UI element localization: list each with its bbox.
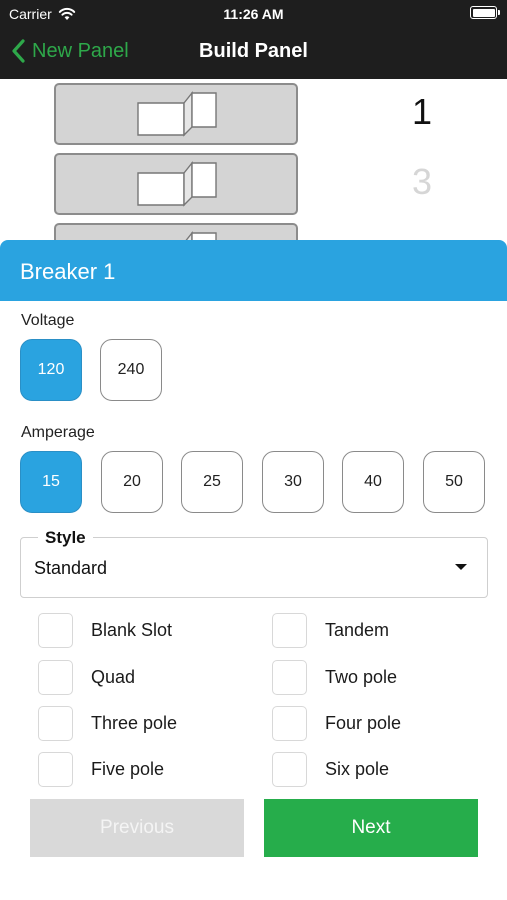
checkbox-label: Five pole (91, 759, 165, 779)
breaker-slot[interactable] (54, 83, 298, 145)
back-label: New Panel (32, 39, 129, 62)
amperage-option-25[interactable]: 25 (181, 451, 243, 513)
checkbox-label: Quad (91, 667, 136, 687)
amperage-option-50[interactable]: 50 (423, 451, 485, 513)
previous-button[interactable]: Previous (30, 799, 244, 857)
battery-icon (470, 6, 500, 19)
checkbox-label: Four pole (325, 713, 402, 733)
style-legend: Style (38, 528, 93, 548)
checkbox-box[interactable] (272, 660, 307, 695)
amperage-option-30[interactable]: 30 (262, 451, 324, 513)
next-button[interactable]: Next (264, 799, 478, 857)
checkbox-label: Two pole (325, 667, 398, 687)
top-bar: Carrier 11:26 AM New Panel Build Panel (0, 0, 507, 79)
checkbox-blank-slot[interactable]: Blank Slot (38, 613, 172, 648)
chevron-left-icon (12, 39, 25, 63)
amperage-option-15[interactable]: 15 (20, 451, 82, 513)
back-button[interactable]: New Panel (10, 38, 129, 64)
status-bar: Carrier 11:26 AM (0, 0, 507, 28)
checkbox-box[interactable] (272, 706, 307, 741)
sheet-title: Breaker 1 (0, 240, 507, 301)
status-time: 11:26 AM (223, 6, 284, 22)
checkbox-box[interactable] (38, 752, 73, 787)
panel-preview: 1 3 (0, 79, 507, 244)
caret-down-icon (455, 564, 467, 570)
style-value: Standard (34, 558, 108, 578)
checkbox-label: Three pole (91, 713, 178, 733)
amperage-label: Amperage (21, 424, 95, 441)
checkbox-box[interactable] (38, 706, 73, 741)
checkbox-five-pole[interactable]: Five pole (38, 752, 164, 787)
checkbox-box[interactable] (38, 613, 73, 648)
checkbox-two-pole[interactable]: Two pole (272, 660, 397, 695)
voltage-option-120[interactable]: 120 (20, 339, 82, 401)
checkbox-label: Tandem (325, 620, 390, 640)
breaker-switch-icon (137, 91, 217, 137)
amperage-option-20[interactable]: 20 (101, 451, 163, 513)
checkbox-box[interactable] (272, 752, 307, 787)
breaker-switch-icon (137, 161, 217, 207)
voltage-label: Voltage (21, 312, 75, 329)
navigation-bar: New Panel Build Panel (0, 28, 507, 79)
checkbox-label: Six pole (325, 759, 390, 779)
checkbox-quad[interactable]: Quad (38, 660, 135, 695)
amperage-option-40[interactable]: 40 (342, 451, 404, 513)
checkbox-label: Blank Slot (91, 620, 173, 640)
breaker-slot[interactable] (54, 153, 298, 215)
breaker-sheet: Breaker 1 Voltage 120 240 Amperage 15 20… (0, 240, 507, 900)
slot-number: 3 (411, 161, 433, 202)
checkbox-three-pole[interactable]: Three pole (38, 706, 177, 741)
checkbox-box[interactable] (272, 613, 307, 648)
checkbox-box[interactable] (38, 660, 73, 695)
voltage-option-240[interactable]: 240 (100, 339, 162, 401)
checkbox-tandem[interactable]: Tandem (272, 613, 389, 648)
checkbox-six-pole[interactable]: Six pole (272, 752, 389, 787)
slot-number: 1 (411, 91, 433, 132)
style-dropdown[interactable]: Style Standard (20, 528, 488, 598)
checkbox-four-pole[interactable]: Four pole (272, 706, 401, 741)
